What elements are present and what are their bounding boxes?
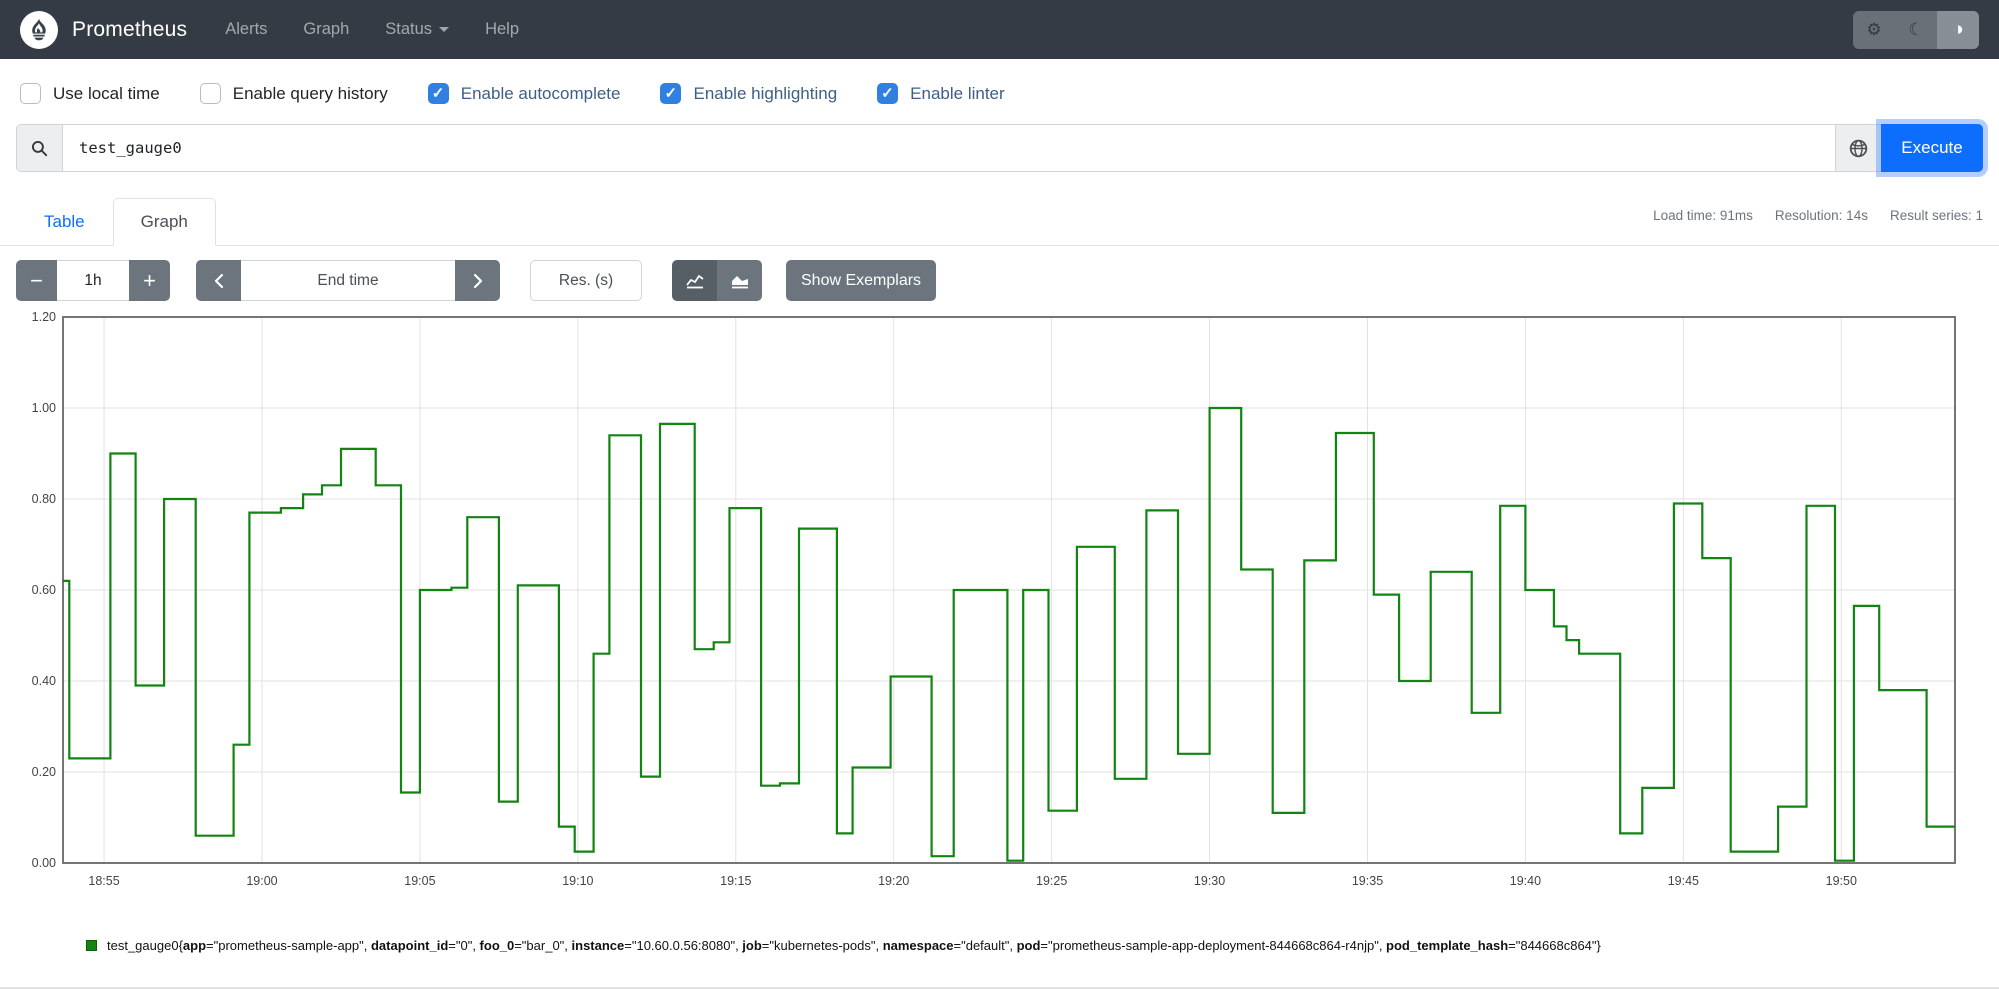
chevron-down-icon	[439, 27, 450, 32]
theme-toggle-group: ⚙ ☾ ◑	[1853, 10, 1979, 49]
theme-light-button[interactable]: ⚙	[1853, 11, 1895, 49]
svg-text:19:10: 19:10	[562, 874, 593, 888]
svg-text:19:35: 19:35	[1352, 874, 1383, 888]
query-stats: Load time: 91ms Resolution: 14s Result s…	[1653, 198, 1983, 223]
time-forward-button[interactable]	[455, 260, 500, 301]
checkbox-icon	[427, 83, 449, 104]
end-time-input[interactable]	[241, 260, 455, 301]
svg-text:1.20: 1.20	[32, 311, 56, 324]
svg-text:0.00: 0.00	[32, 856, 56, 870]
prometheus-logo-icon	[20, 10, 58, 49]
graph-controls: − + Show Exemplars	[0, 246, 1999, 301]
range-input[interactable]	[57, 260, 129, 301]
contrast-icon: ◑	[1952, 18, 1964, 40]
increase-range-button[interactable]: +	[129, 260, 170, 301]
svg-text:19:20: 19:20	[878, 874, 909, 888]
app-title: Prometheus	[72, 17, 188, 41]
options-row: Use local time Enable query history Enab…	[0, 59, 1999, 124]
svg-text:0.60: 0.60	[32, 583, 56, 597]
nav-item-help[interactable]: Help	[485, 20, 519, 39]
line-chart-button[interactable]	[672, 260, 717, 301]
svg-text:19:00: 19:00	[246, 874, 277, 888]
legend[interactable]: test_gauge0{app="prometheus-sample-app",…	[0, 908, 1999, 953]
checkbox-enable-query-history[interactable]: Enable query history	[199, 83, 388, 104]
time-back-button[interactable]	[196, 260, 241, 301]
checkbox-icon	[20, 83, 41, 104]
query-input[interactable]	[62, 124, 1835, 172]
svg-text:19:05: 19:05	[404, 874, 435, 888]
svg-text:18:55: 18:55	[88, 874, 119, 888]
tabs: Table Graph	[16, 198, 216, 246]
stat-result-series: Result series: 1	[1889, 208, 1983, 223]
svg-text:19:15: 19:15	[720, 874, 751, 888]
globe-icon	[1849, 139, 1868, 157]
chevron-right-icon	[473, 273, 482, 288]
gear-icon: ⚙	[1866, 19, 1882, 39]
stat-resolution: Resolution: 14s	[1774, 208, 1868, 223]
checkbox-use-local-time[interactable]: Use local time	[20, 83, 160, 104]
theme-dark-button[interactable]: ☾	[1895, 11, 1937, 49]
tab-table[interactable]: Table	[16, 198, 113, 246]
svg-text:0.40: 0.40	[32, 674, 56, 688]
line-chart-icon	[685, 274, 704, 288]
checkbox-icon	[199, 83, 221, 104]
svg-text:19:30: 19:30	[1194, 874, 1225, 888]
checkbox-enable-highlighting[interactable]: Enable highlighting	[660, 83, 837, 104]
resolution-input[interactable]	[530, 260, 642, 301]
chevron-left-icon	[214, 273, 223, 288]
nav-menu: Alerts Graph Status Help	[225, 20, 519, 39]
nav-item-graph[interactable]: Graph	[303, 20, 349, 39]
series-label: test_gauge0{app="prometheus-sample-app",…	[107, 938, 1601, 953]
search-addon	[16, 124, 62, 172]
search-icon	[31, 140, 48, 156]
checkbox-icon	[877, 83, 899, 104]
svg-text:0.20: 0.20	[32, 765, 56, 779]
show-exemplars-button[interactable]: Show Exemplars	[786, 260, 937, 301]
stacked-chart-icon	[731, 275, 748, 288]
decrease-range-button[interactable]: −	[16, 260, 57, 301]
svg-text:19:25: 19:25	[1036, 874, 1067, 888]
checkbox-enable-linter[interactable]: Enable linter	[877, 83, 1005, 104]
moon-icon: ☾	[1908, 19, 1924, 39]
metrics-explorer-addon[interactable]	[1835, 124, 1881, 172]
series-swatch-icon	[86, 940, 97, 951]
svg-text:19:40: 19:40	[1510, 874, 1541, 888]
query-bar: Execute	[0, 124, 1999, 172]
nav-item-status[interactable]: Status	[385, 20, 450, 39]
checkbox-enable-autocomplete[interactable]: Enable autocomplete	[427, 83, 620, 104]
stat-load-time: Load time: 91ms	[1653, 208, 1753, 223]
svg-text:19:50: 19:50	[1826, 874, 1857, 888]
chart-type-toggle	[672, 260, 762, 301]
svg-text:19:45: 19:45	[1668, 874, 1699, 888]
stacked-chart-button[interactable]	[717, 260, 762, 301]
graph-canvas[interactable]: 0.00 0.20 0.40 0.60 0.80 1.00 1.20 18:55 19:00 19…	[16, 310, 1981, 903]
range-group: − +	[16, 260, 170, 301]
endtime-group	[196, 260, 500, 301]
svg-text:1.00: 1.00	[32, 401, 56, 415]
chart-area: 0.00 0.20 0.40 0.60 0.80 1.00 1.20 18:55 19:00 19…	[0, 301, 1999, 908]
tab-graph[interactable]: Graph	[112, 198, 216, 246]
checkbox-icon	[660, 83, 682, 104]
brand[interactable]: Prometheus	[20, 10, 188, 49]
navbar: Prometheus Alerts Graph Status Help ⚙ ☾ …	[0, 0, 1999, 59]
svg-text:0.80: 0.80	[32, 492, 56, 506]
tabs-row: Table Graph Load time: 91ms Resolution: …	[0, 198, 1999, 246]
theme-auto-button[interactable]: ◑	[1937, 10, 1979, 49]
nav-item-alerts[interactable]: Alerts	[225, 20, 267, 39]
execute-button[interactable]: Execute	[1881, 124, 1983, 172]
